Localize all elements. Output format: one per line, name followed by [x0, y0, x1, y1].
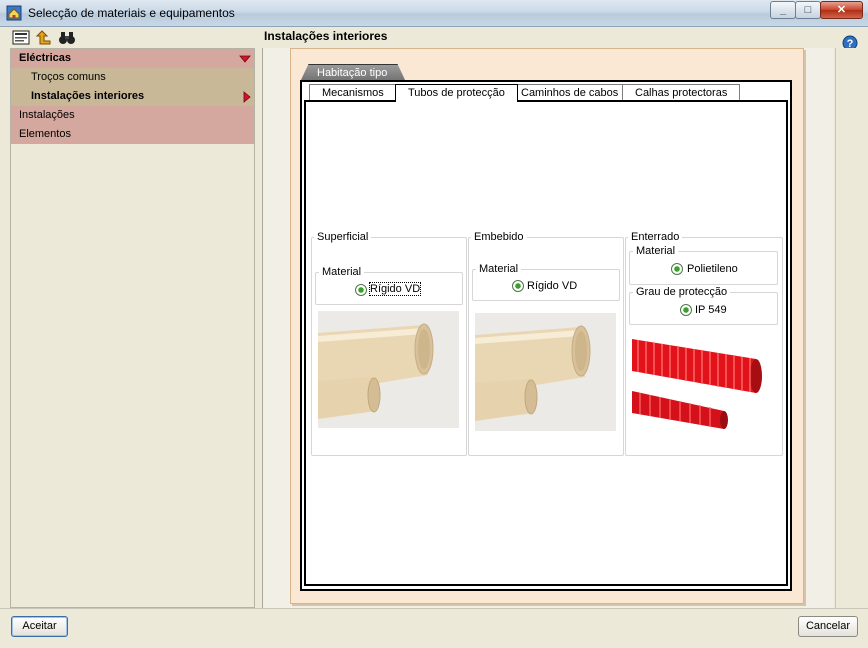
group-title-enterrado: Enterrado [628, 231, 683, 243]
tab-calhas-protectoras[interactable]: Calhas protectoras [622, 84, 741, 101]
radio-label: Rígido VD [368, 282, 422, 296]
right-side-strip [835, 48, 859, 608]
grau-label: Grau de protecção [633, 286, 731, 298]
material-label: Material [319, 266, 365, 278]
window-title: Selecção de materiais e equipamentos [28, 6, 235, 20]
group-title-embebido: Embebido [471, 231, 527, 243]
tree-panel: Eléctricas Troços comuns Instalações int… [10, 48, 255, 608]
tree-item-label: Elementos [19, 128, 71, 140]
cancel-button[interactable]: Cancelar [798, 616, 858, 637]
group-title-superficial: Superficial [314, 231, 372, 243]
pipe-image-embebido [475, 313, 616, 431]
pipe-image-superficial [318, 311, 459, 428]
minimize-button[interactable]: _ [770, 1, 796, 19]
title-bar: Selecção de materiais e equipamentos _ □… [0, 0, 868, 27]
tree-item-label: Instalações [19, 109, 75, 121]
selected-arrow-right-icon [243, 91, 251, 103]
bottom-bar [0, 608, 868, 648]
toolbar [10, 29, 260, 49]
level-up-icon[interactable] [36, 29, 54, 47]
radio-rigido-vd-embebido[interactable] [512, 280, 524, 292]
radio-polietileno[interactable] [671, 263, 683, 275]
tree-item-instalacoes-interiores[interactable]: Instalações interiores [11, 87, 254, 106]
tree-item-elementos[interactable]: Elementos [11, 125, 254, 144]
tab-caminhos-de-cabos[interactable]: Caminhos de cabos [508, 84, 632, 101]
binoculars-icon[interactable] [58, 29, 76, 47]
material-label: Material [633, 245, 679, 257]
radio-ip-549[interactable] [680, 304, 692, 316]
maximize-button[interactable]: □ [795, 1, 821, 19]
tree-item-label: Instalações interiores [31, 90, 145, 102]
radio-rigido-vd-superficial[interactable] [355, 284, 367, 296]
list-view-icon[interactable] [12, 29, 30, 47]
radio-label: IP 549 [695, 304, 727, 316]
material-label: Material [476, 263, 522, 275]
tree-item-label: Eléctricas [19, 52, 71, 64]
tree-item-instalacoes[interactable]: Instalações [11, 106, 254, 125]
accept-button[interactable]: Aceitar [11, 616, 68, 637]
radio-label: Polietileno [687, 263, 738, 275]
expand-arrow-down-icon[interactable] [239, 55, 251, 63]
corrugated-pipe-image [632, 333, 773, 433]
tree-item-electricas[interactable]: Eléctricas [11, 49, 254, 68]
close-button[interactable]: ✕ [820, 1, 863, 19]
tree-item-trocos-comuns[interactable]: Troços comuns [11, 68, 254, 87]
radio-label: Rígido VD [527, 280, 578, 292]
section-title: Instalações interiores [264, 29, 388, 43]
tab-tubos-de-proteccao[interactable]: Tubos de protecção [395, 84, 518, 102]
tab-mecanismos[interactable]: Mecanismos [309, 84, 397, 101]
tree-item-label: Troços comuns [31, 71, 106, 83]
app-house-icon [6, 5, 22, 21]
